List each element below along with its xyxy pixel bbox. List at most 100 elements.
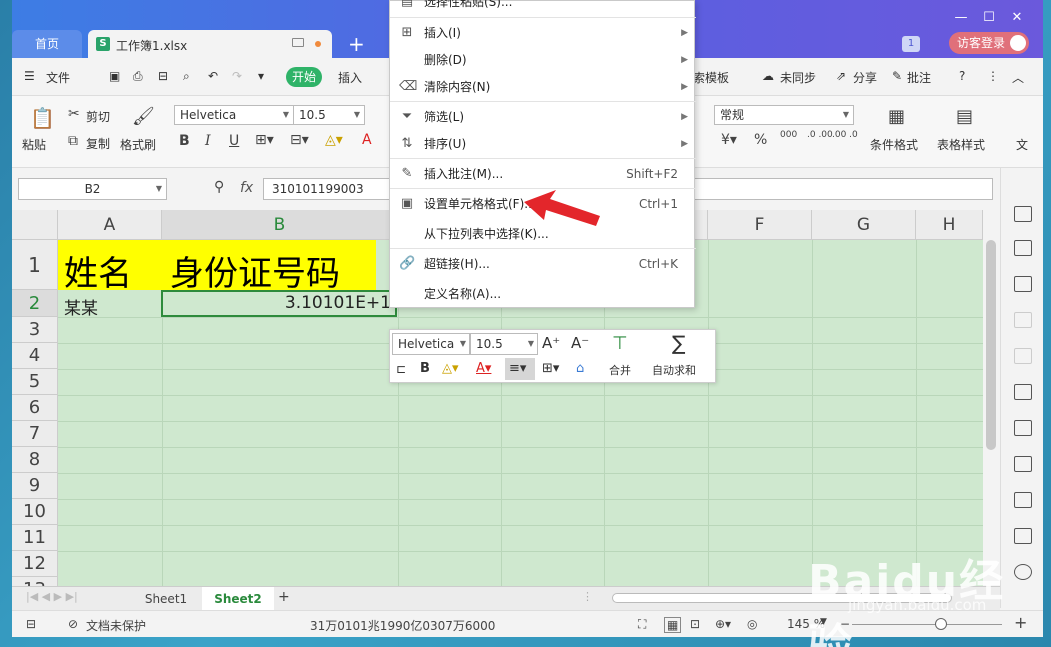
wrap-icon[interactable]: ⊏: [396, 362, 406, 376]
export-icon[interactable]: ⎙: [133, 69, 143, 84]
archive-icon[interactable]: [1014, 456, 1032, 472]
reading-mode-icon[interactable]: ⊕▾: [715, 617, 731, 631]
tab-workbook[interactable]: S 工作簿1.xlsx: [88, 30, 332, 58]
help-icon[interactable]: ?: [959, 69, 965, 83]
mini-font-select[interactable]: Helvetica ▼: [392, 333, 470, 355]
format-painter-button[interactable]: 格式刷: [120, 136, 156, 153]
row-header-9[interactable]: 9: [12, 473, 58, 499]
menu-file[interactable]: 文件: [46, 69, 70, 86]
fx-icon[interactable]: fx: [240, 180, 253, 196]
first-sheet-icon[interactable]: |◀ ◀ ▶ ▶|: [26, 590, 78, 603]
increase-font-icon[interactable]: A⁺: [542, 334, 560, 352]
align-center-icon[interactable]: ≡▾: [505, 358, 535, 380]
menu-item-delete[interactable]: 删除(D) ▶: [390, 47, 696, 73]
decrease-decimal-icon[interactable]: .00 .0: [832, 130, 858, 140]
mini-font-color-icon[interactable]: A▾: [476, 361, 491, 376]
mini-bold-icon[interactable]: B: [420, 361, 430, 376]
increase-decimal-icon[interactable]: .0 .00: [807, 130, 833, 140]
more-icon[interactable]: ⋮: [987, 69, 999, 83]
image-search-icon[interactable]: [1014, 384, 1032, 400]
font-family-select[interactable]: Helvetica ▼: [174, 105, 294, 125]
column-header-f[interactable]: F: [708, 210, 812, 240]
clear-format-icon[interactable]: ⌂: [576, 361, 584, 376]
merge-button[interactable]: 合并: [609, 362, 631, 378]
thousands-icon[interactable]: 000: [780, 130, 797, 140]
normal-view-icon[interactable]: ▦: [664, 617, 682, 633]
mini-fill-icon[interactable]: ◬▾: [442, 361, 459, 376]
cell-a2[interactable]: 某某: [64, 294, 98, 319]
add-sheet-icon[interactable]: +: [278, 589, 290, 605]
row-header-12[interactable]: 12: [12, 551, 58, 577]
more-quick-icon[interactable]: ▾: [258, 69, 264, 83]
column-header-a[interactable]: A: [58, 210, 162, 240]
preview-icon[interactable]: ⌕: [183, 69, 190, 84]
menu-item-clear[interactable]: ⌫ 清除内容(N) ▶: [390, 74, 696, 100]
decrease-font-icon[interactable]: A⁻: [571, 334, 589, 352]
close-icon[interactable]: ✕: [1003, 10, 1031, 25]
vertical-scrollbar[interactable]: [986, 240, 996, 450]
hamburger-icon[interactable]: ☰: [24, 69, 35, 83]
paste-button[interactable]: 粘贴: [22, 136, 46, 153]
border-icon[interactable]: ⊞▾: [255, 132, 274, 148]
menu-item-hyperlink[interactable]: 🔗 超链接(H)... Ctrl+K: [390, 251, 696, 277]
font-color-icon[interactable]: A: [362, 132, 372, 148]
cell-b1[interactable]: 身份证号码: [170, 246, 340, 295]
conditional-format-button[interactable]: 条件格式: [870, 136, 918, 153]
picture-icon[interactable]: [1014, 492, 1032, 508]
row-header-5[interactable]: 5: [12, 369, 58, 395]
eye-protect-icon[interactable]: ◎: [747, 617, 757, 631]
menu-item-insert-comment[interactable]: ✎ 插入批注(M)... Shift+F2: [390, 161, 696, 187]
minimize-icon[interactable]: —: [947, 10, 975, 25]
monitor-icon[interactable]: [292, 38, 304, 47]
menu-item-define-name[interactable]: 定义名称(A)...: [390, 281, 696, 307]
row-header-8[interactable]: 8: [12, 447, 58, 473]
history-icon[interactable]: [1014, 348, 1032, 364]
cell-b2-selected[interactable]: 3.10101E+1: [161, 290, 397, 317]
cell-a1[interactable]: 姓名: [64, 246, 132, 295]
row-header-4[interactable]: 4: [12, 343, 58, 369]
undo-icon[interactable]: ↶: [208, 69, 218, 83]
window-count-badge[interactable]: 1: [902, 36, 920, 52]
italic-icon[interactable]: I: [205, 133, 211, 149]
menu-item-sort[interactable]: ⇅ 排序(U) ▶: [390, 131, 696, 157]
name-box[interactable]: B2 ▼: [18, 178, 167, 200]
print-icon[interactable]: ⊟: [158, 69, 168, 83]
share-button[interactable]: 分享: [853, 69, 877, 86]
bold-icon[interactable]: B: [179, 133, 190, 149]
copy-button[interactable]: 复制: [86, 135, 110, 152]
select-all-corner[interactable]: [12, 210, 58, 240]
cut-button[interactable]: 剪切: [86, 108, 110, 125]
tab-home[interactable]: 首页: [12, 30, 82, 58]
menu-start[interactable]: 开始: [286, 67, 322, 87]
maximize-icon[interactable]: ☐: [975, 10, 1003, 25]
row-header-13[interactable]: 13: [12, 577, 58, 586]
column-header-b[interactable]: B: [162, 210, 398, 240]
mini-size-select[interactable]: 10.5 ▼: [470, 333, 538, 355]
zoom-search-icon[interactable]: ⚲: [214, 179, 224, 195]
visitor-login-button[interactable]: 访客登录: [949, 32, 1029, 54]
more-sheets-icon[interactable]: ⋮: [582, 590, 593, 603]
settings-icon[interactable]: [1014, 312, 1032, 328]
page-break-icon[interactable]: ⊡: [690, 617, 700, 631]
unsynced-button[interactable]: 未同步: [780, 69, 816, 86]
row-header-1[interactable]: 1: [12, 240, 58, 290]
number-format-select[interactable]: 常规 ▼: [714, 105, 854, 125]
currency-icon[interactable]: ¥▾: [721, 132, 737, 148]
row-header-2[interactable]: 2: [12, 290, 58, 317]
redo-icon[interactable]: ↷: [232, 69, 242, 83]
shield-icon[interactable]: [1014, 528, 1032, 544]
menu-item-paste-special[interactable]: ▤ 选择性粘贴(S)...: [390, 0, 696, 15]
table-style-button[interactable]: 表格样式: [937, 136, 985, 153]
paste-icon[interactable]: 📋: [30, 106, 55, 130]
row-header-3[interactable]: 3: [12, 317, 58, 343]
merge-cells-icon[interactable]: ⊟▾: [290, 132, 309, 148]
sheet-tab-1[interactable]: Sheet1: [130, 587, 202, 611]
apps-icon[interactable]: [1014, 240, 1032, 256]
table-tool-icon[interactable]: [1014, 206, 1032, 222]
collapse-ribbon-icon[interactable]: ︿: [1012, 69, 1024, 86]
sheet-tab-2[interactable]: Sheet2: [202, 587, 274, 611]
doc-status-icon[interactable]: ⊟: [26, 617, 36, 631]
chart-icon[interactable]: [1014, 276, 1032, 292]
column-header-h[interactable]: H: [916, 210, 983, 240]
row-header-6[interactable]: 6: [12, 395, 58, 421]
